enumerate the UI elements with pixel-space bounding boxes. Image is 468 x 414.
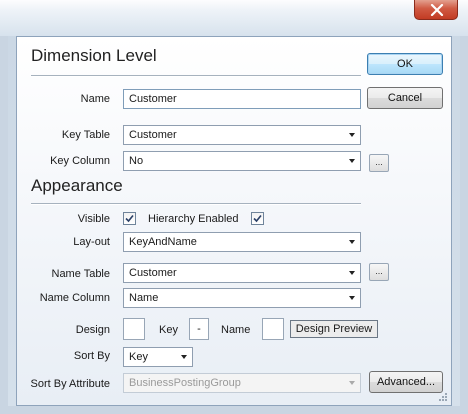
hierarchy-enabled-checkbox[interactable] — [251, 212, 264, 225]
advanced-button[interactable]: Advanced... — [369, 371, 443, 393]
sort-by-value: Key — [129, 351, 148, 363]
ok-button[interactable]: OK — [367, 53, 443, 75]
sort-by-attribute-dropdown[interactable]: BusinessPostingGroup — [123, 373, 361, 393]
design-label: Design — [75, 324, 110, 336]
resize-grip-icon[interactable] — [438, 392, 448, 402]
chevron-down-icon — [349, 296, 355, 300]
name-input[interactable]: Customer — [123, 89, 361, 109]
section-divider — [31, 75, 361, 77]
key-table-dropdown[interactable]: Customer — [123, 125, 361, 145]
section-title-dimension-level: Dimension Level — [31, 46, 157, 65]
chevron-down-icon — [349, 159, 355, 163]
sort-by-label: Sort By — [73, 350, 110, 362]
layout-dropdown[interactable]: KeyAndName — [123, 232, 361, 252]
design-preview-box: Design Preview — [290, 320, 378, 338]
name-column-value: Name — [129, 292, 159, 304]
key-column-dropdown[interactable]: No — [123, 151, 361, 171]
dialog-client-area: Dimension Level OK Cancel Name Customer … — [16, 36, 452, 406]
key-table-label: Key Table — [61, 129, 110, 141]
chevron-down-icon — [349, 240, 355, 244]
visible-label: Visible — [77, 213, 110, 225]
design-separator-input[interactable]: - — [189, 318, 209, 340]
design-suffix-input[interactable] — [262, 318, 284, 340]
section-title-appearance: Appearance — [31, 176, 123, 195]
key-column-browse-button[interactable]: ... — [369, 154, 389, 172]
title-bar[interactable] — [0, 0, 468, 36]
sort-by-dropdown[interactable]: Key — [123, 347, 193, 367]
section-divider — [31, 203, 361, 205]
checkmark-icon — [125, 214, 134, 223]
name-column-label: Name Column — [39, 292, 110, 304]
chevron-down-icon — [181, 355, 187, 359]
chevron-down-icon — [349, 133, 355, 137]
cancel-button[interactable]: Cancel — [367, 87, 443, 109]
key-table-value: Customer — [129, 129, 177, 141]
name-label: Name — [80, 93, 110, 105]
hierarchy-enabled-label: Hierarchy Enabled — [148, 213, 239, 225]
chevron-down-icon — [349, 271, 355, 275]
close-icon — [430, 4, 444, 16]
chevron-down-icon — [349, 381, 355, 385]
visible-checkbox[interactable] — [123, 212, 136, 225]
name-table-dropdown[interactable]: Customer — [123, 263, 361, 283]
key-column-value: No — [129, 155, 144, 167]
name-table-value: Customer — [129, 267, 177, 279]
name-table-label: Name Table — [51, 268, 111, 280]
design-name-label: Name — [221, 324, 251, 336]
sort-by-attribute-label: Sort By Attribute — [30, 378, 110, 390]
design-prefix-input[interactable] — [123, 318, 145, 340]
key-column-label: Key Column — [50, 155, 110, 167]
name-table-browse-button[interactable]: ... — [369, 263, 389, 281]
layout-label: Lay-out — [73, 236, 110, 248]
checkmark-icon — [253, 214, 262, 223]
design-key-label: Key — [159, 324, 178, 336]
close-button[interactable] — [414, 0, 458, 20]
layout-value: KeyAndName — [129, 236, 197, 248]
sort-by-attribute-value: BusinessPostingGroup — [129, 377, 241, 389]
name-column-dropdown[interactable]: Name — [123, 288, 361, 308]
